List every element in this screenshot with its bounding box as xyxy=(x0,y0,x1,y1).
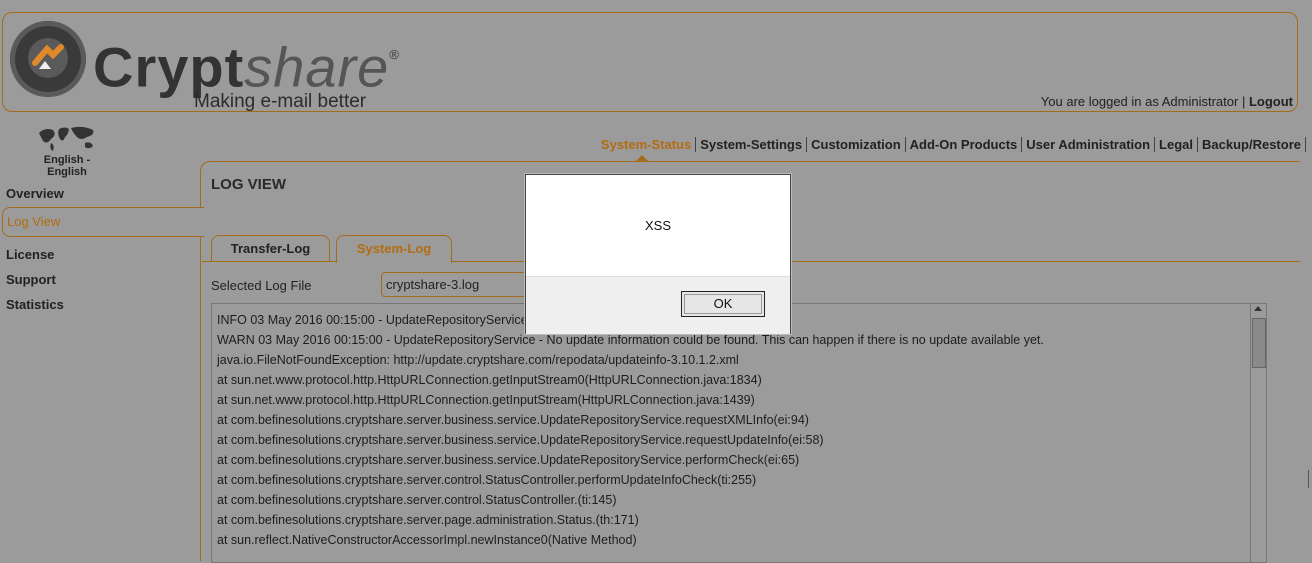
sidebar-item-support[interactable]: Support xyxy=(0,266,204,291)
arrow-up-icon[interactable] xyxy=(1254,306,1262,311)
nav-backup-restore[interactable]: Backup/Restore xyxy=(1198,137,1306,152)
page-title: LOG VIEW xyxy=(211,176,286,193)
logged-in-text: You are logged in as Administrator | xyxy=(1040,94,1246,109)
header: Cryptshare® Making e-mail better You are… xyxy=(2,12,1298,112)
log-line: at com.befinesolutions.cryptshare.server… xyxy=(217,513,639,527)
logout-link[interactable]: Logout xyxy=(1249,94,1293,109)
nav-system-settings[interactable]: System-Settings xyxy=(696,137,808,152)
alert-message: XSS xyxy=(644,218,671,233)
cryptshare-logo-icon xyxy=(10,21,86,97)
alert-dialog: XSS OK xyxy=(525,174,791,334)
log-line: at com.befinesolutions.cryptshare.server… xyxy=(217,453,800,467)
nav-legal[interactable]: Legal xyxy=(1155,137,1199,152)
scroll-thumb[interactable] xyxy=(1252,318,1266,368)
registered-mark: ® xyxy=(389,47,400,62)
log-lines: INFO 03 May 2016 00:15:00 - UpdateReposi… xyxy=(212,304,1266,550)
brand-main: Crypt xyxy=(93,35,245,99)
tagline: Making e-mail better xyxy=(194,91,367,112)
language-selector[interactable]: English - English xyxy=(24,123,110,178)
alert-footer: OK xyxy=(526,276,790,334)
tab-system-log[interactable]: System-Log xyxy=(336,235,452,263)
ok-button[interactable]: OK xyxy=(681,291,765,317)
window-edge xyxy=(1308,470,1312,488)
tab-transfer-log[interactable]: Transfer-Log xyxy=(211,235,330,262)
log-scrollbar[interactable] xyxy=(1250,304,1266,562)
log-line: at sun.reflect.NativeConstructorAccessor… xyxy=(217,533,637,547)
world-map-icon xyxy=(39,126,94,151)
logo-arrow-icon xyxy=(28,38,68,78)
log-line: at com.befinesolutions.cryptshare.server… xyxy=(217,493,617,507)
nav-customization[interactable]: Customization xyxy=(807,137,906,152)
sidebar: Overview Log View License Support Statis… xyxy=(0,180,204,316)
login-info: You are logged in as Administrator | Log… xyxy=(1041,94,1293,109)
log-textarea[interactable]: INFO 03 May 2016 00:15:00 - UpdateReposi… xyxy=(211,303,1267,563)
sidebar-item-overview[interactable]: Overview xyxy=(0,180,204,205)
sidebar-item-statistics[interactable]: Statistics xyxy=(0,291,204,316)
log-line: at sun.net.www.protocol.http.HttpURLConn… xyxy=(217,393,755,407)
top-navigation: System-Status System-Settings Customizat… xyxy=(597,137,1306,152)
nav-system-status[interactable]: System-Status xyxy=(597,137,697,152)
brand-share: share xyxy=(244,35,390,99)
sidebar-item-log-view[interactable]: Log View xyxy=(2,207,204,237)
log-line: java.io.FileNotFoundException: http://up… xyxy=(217,353,739,367)
log-line: at com.befinesolutions.cryptshare.server… xyxy=(217,433,824,447)
nav-add-on-products[interactable]: Add-On Products xyxy=(906,137,1023,152)
log-line: at com.befinesolutions.cryptshare.server… xyxy=(217,413,809,427)
nav-user-administration[interactable]: User Administration xyxy=(1022,137,1156,152)
log-line: at com.befinesolutions.cryptshare.server… xyxy=(217,473,757,487)
page: Cryptshare® Making e-mail better You are… xyxy=(0,0,1312,563)
selected-log-label: Selected Log File xyxy=(211,278,312,293)
brand-name: Cryptshare® xyxy=(93,33,400,98)
sidebar-item-license[interactable]: License xyxy=(0,241,204,266)
language-label: English - English xyxy=(43,154,91,178)
log-line: at sun.net.www.protocol.http.HttpURLConn… xyxy=(217,373,762,387)
